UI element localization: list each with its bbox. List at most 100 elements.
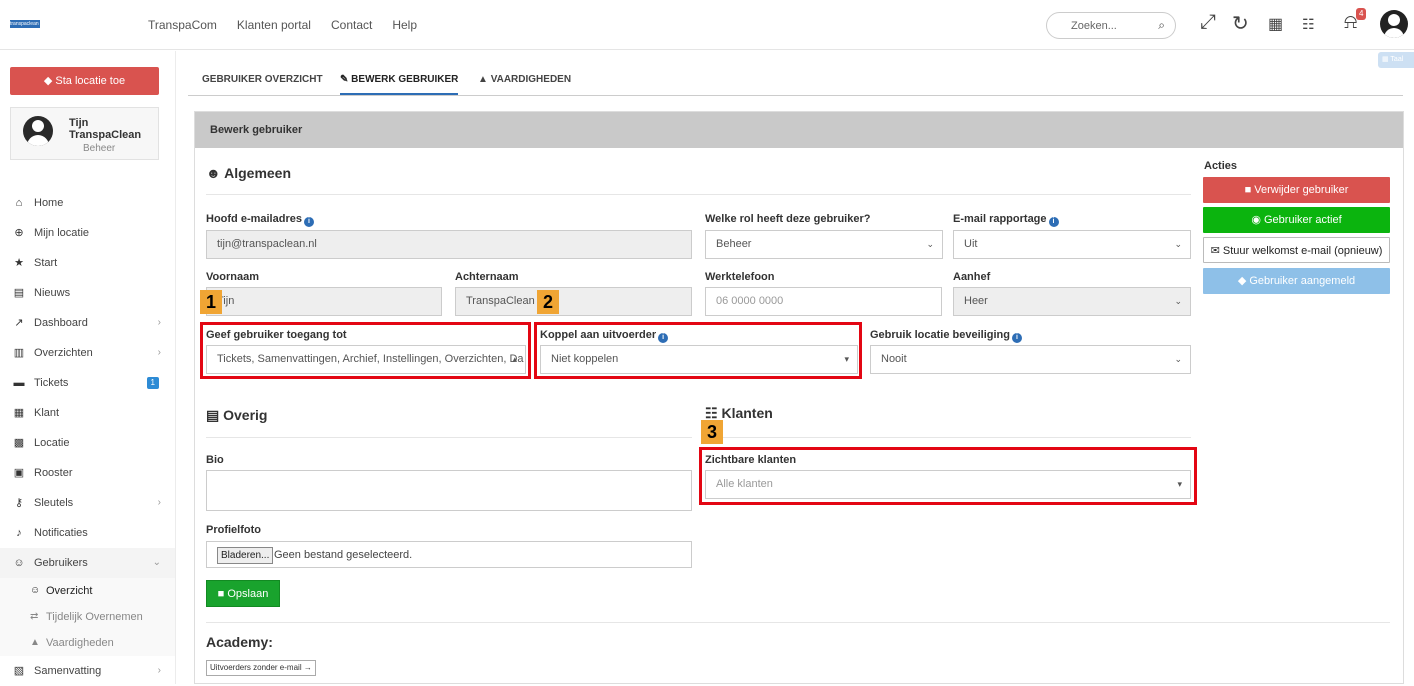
- tab-bewerk-gebruiker[interactable]: ✎ BEWERK GEBRUIKER: [340, 74, 459, 95]
- users-icon: ☺: [30, 585, 41, 596]
- sidebar-item-overzichten[interactable]: ▥ Overzichten ›: [0, 338, 175, 368]
- tab-vaardigheden[interactable]: ▲ VAARDIGHEDEN: [478, 74, 571, 85]
- panel-header: Bewerk gebruiker: [195, 112, 1403, 148]
- logo[interactable]: transpaclean: [10, 20, 40, 28]
- sidebar-item-label: Overzichten: [34, 347, 93, 359]
- file-icon: ▥: [13, 347, 25, 359]
- translate-icon[interactable]: ☷: [1302, 16, 1315, 33]
- browse-button[interactable]: Bladeren...: [217, 547, 274, 564]
- werktelefoon-label: Werktelefoon: [705, 271, 775, 283]
- uitvoerders-zonder-email-button[interactable]: Uitvoerders zonder e-mail →: [206, 660, 316, 676]
- beveiliging-value: Nooit: [881, 353, 907, 365]
- submenu-item-tijdelijk-overnemen[interactable]: ⇄ Tijdelijk Overnemen: [0, 604, 175, 630]
- beveiliging-select[interactable]: Nooit ⌄: [870, 345, 1191, 374]
- tab-gebruiker-overzicht[interactable]: GEBRUIKER OVERZICHT: [202, 74, 323, 85]
- sidebar-item-klant[interactable]: ▦ Klant: [0, 398, 175, 428]
- search-icon[interactable]: ⌕: [1158, 18, 1165, 33]
- user-company: TranspaClean: [69, 129, 142, 141]
- annotation-number-1: 1: [200, 290, 222, 314]
- info-icon[interactable]: i: [1048, 217, 1059, 227]
- comment-icon: ▬: [13, 377, 25, 389]
- achternaam-field[interactable]: TranspaClean: [455, 287, 692, 316]
- sidebar-item-rooster[interactable]: ▣ Rooster: [0, 458, 175, 488]
- allow-location-button[interactable]: ◆ Sta locatie toe: [10, 67, 159, 95]
- panel-title: Bewerk gebruiker: [210, 124, 303, 136]
- sidebar-item-notificaties[interactable]: ♪ Notificaties: [0, 518, 175, 548]
- qr-code-icon[interactable]: ▦: [1268, 14, 1283, 34]
- tab-bar: GEBRUIKER OVERZICHT ✎ BEWERK GEBRUIKER ▲…: [188, 66, 1403, 96]
- achternaam-label: Achternaam: [455, 271, 519, 283]
- avatar[interactable]: [1380, 10, 1408, 38]
- rapportage-label: E-mail rapportage i: [953, 213, 1059, 227]
- sidebar-item-start[interactable]: ★ Start: [0, 248, 175, 278]
- envelope-icon: ✉: [1210, 245, 1223, 257]
- search-input[interactable]: Zoeken... ⌕: [1046, 12, 1176, 39]
- profielfoto-label: Profielfoto: [206, 524, 261, 536]
- chevron-right-icon: ›: [157, 665, 161, 676]
- sidebar-item-label: Klant: [34, 407, 60, 419]
- tickets-count-badge: 1: [146, 377, 159, 389]
- rol-select[interactable]: Beheer ⌄: [705, 230, 943, 259]
- submenu-label: Tijdelijk Overnemen: [46, 611, 143, 623]
- werktelefoon-field[interactable]: 06 0000 0000: [705, 287, 942, 316]
- highlight-box-3: [699, 447, 1197, 505]
- voornaam-field[interactable]: Tijn: [206, 287, 442, 316]
- sidebar-item-sleutels[interactable]: ⚷ Sleutels ›: [0, 488, 175, 518]
- chevron-down-icon: ⌄: [1174, 296, 1182, 306]
- pencil-icon: ✎: [340, 74, 352, 85]
- delete-user-button[interactable]: ■ Verwijder gebruiker: [1203, 177, 1390, 203]
- rapportage-value: Uit: [964, 238, 978, 250]
- building-icon: ▦: [13, 407, 25, 419]
- user-active-toggle[interactable]: ◉ Gebruiker actief: [1203, 207, 1390, 233]
- user-card[interactable]: Tijn TranspaClean Beheer: [10, 107, 159, 160]
- key-icon: ⚷: [14, 497, 24, 509]
- allow-location-label: Sta locatie toe: [55, 75, 126, 87]
- send-welcome-email-button[interactable]: ✉ Stuur welkomst e-mail (opnieuw): [1203, 237, 1390, 263]
- user-active-label: Gebruiker actief: [1264, 214, 1342, 226]
- academy-heading: Academy:: [206, 634, 273, 650]
- chart-icon: ↗: [14, 317, 24, 329]
- nav-help[interactable]: Help: [392, 18, 417, 32]
- chevron-down-icon: ⌄: [152, 557, 161, 568]
- sidebar-item-nieuws[interactable]: ▤ Nieuws: [0, 278, 175, 308]
- bio-textarea[interactable]: [206, 470, 692, 511]
- sidebar-item-locatie[interactable]: ▩ Locatie: [0, 428, 175, 458]
- highlight-box-1: [200, 322, 531, 379]
- divider: [705, 437, 1191, 438]
- profielfoto-file-input[interactable]: Bladeren... Geen bestand geselecteerd.: [206, 541, 692, 568]
- section-klanten-label: Klanten: [721, 405, 773, 421]
- chevron-down-icon: ⌄: [1174, 354, 1182, 364]
- nav-transpacom[interactable]: TranspaCom: [148, 18, 217, 32]
- compress-icon[interactable]: ⤢: [1200, 11, 1216, 34]
- top-nav: TranspaCom Klanten portal Contact Help: [148, 18, 417, 32]
- sidebar-item-home[interactable]: ⌂ Home: [0, 188, 175, 218]
- save-button[interactable]: ■ Opslaan: [206, 580, 280, 607]
- user-registered-button[interactable]: ◆ Gebruiker aangemeld: [1203, 268, 1390, 294]
- submenu-item-overzicht[interactable]: ☺ Overzicht: [0, 578, 175, 604]
- user-registered-label: Gebruiker aangemeld: [1249, 275, 1356, 287]
- sidebar-item-mijn-locatie[interactable]: ⊕ Mijn locatie: [0, 218, 175, 248]
- info-icon[interactable]: i: [1011, 333, 1022, 343]
- sidebar-item-label: Gebruikers: [34, 557, 88, 569]
- sidebar-item-samenvatting[interactable]: ▧ Samenvatting ›: [0, 656, 175, 686]
- info-icon[interactable]: i: [303, 217, 314, 227]
- nav-klanten-portal[interactable]: Klanten portal: [237, 18, 311, 32]
- tab-label: VAARDIGHEDEN: [490, 74, 572, 85]
- sidebar-item-label: Mijn locatie: [34, 227, 90, 239]
- aanhef-value: Heer: [964, 295, 988, 307]
- email-field[interactable]: tijn@transpaclean.nl: [206, 230, 692, 259]
- aanhef-select[interactable]: Heer ⌄: [953, 287, 1191, 316]
- beveiliging-label: Gebruik locatie beveiliging i: [870, 329, 1022, 343]
- sidebar-item-gebruikers[interactable]: ☺ Gebruikers ⌄: [0, 548, 175, 578]
- nav-contact[interactable]: Contact: [331, 18, 372, 32]
- sidebar: ◆ Sta locatie toe Tijn TranspaClean Behe…: [0, 51, 176, 684]
- rapportage-select[interactable]: Uit ⌄: [953, 230, 1191, 259]
- toggle-icon: ◉: [1251, 214, 1264, 226]
- email-label-text: Hoofd e-mailadres: [206, 213, 302, 225]
- submenu-item-vaardigheden[interactable]: ▲ Vaardigheden: [0, 630, 175, 656]
- voornaam-label: Voornaam: [206, 271, 259, 283]
- sidebar-item-dashboard[interactable]: ↗ Dashboard ›: [0, 308, 175, 338]
- refresh-icon[interactable]: ↻: [1232, 11, 1249, 36]
- email-label: Hoofd e-mailadres i: [206, 213, 314, 227]
- sidebar-item-tickets[interactable]: ▬ Tickets 1: [0, 368, 175, 398]
